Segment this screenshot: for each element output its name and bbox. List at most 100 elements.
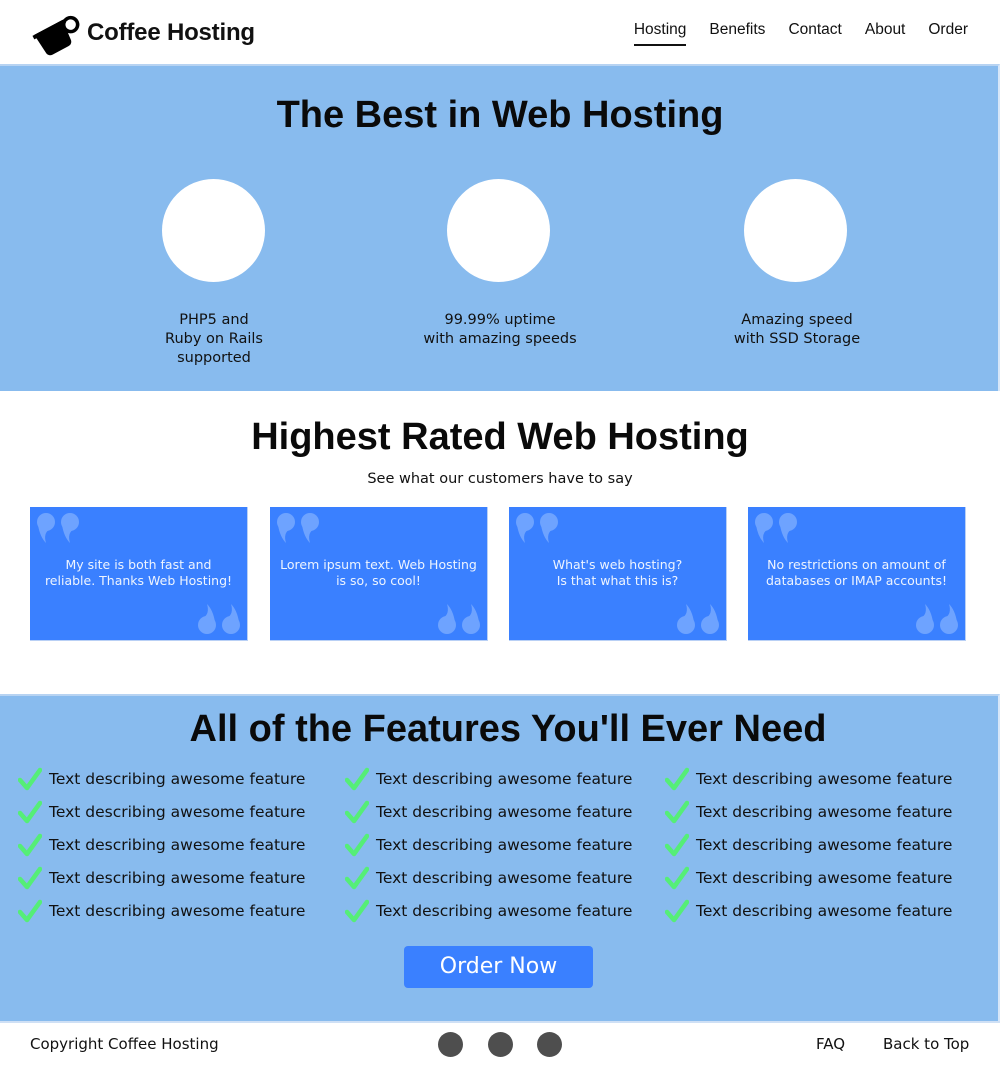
hero-image-placeholder <box>744 179 847 282</box>
social-icon[interactable] <box>438 1032 463 1057</box>
quote-open-icon <box>755 513 797 543</box>
testimonial-card: My site is both fast and reliable. Thank… <box>30 507 248 641</box>
feature-item: Text describing awesome feature <box>665 865 952 891</box>
hero-caption: 99.99% uptime with amazing speeds <box>380 311 620 349</box>
feature-text: Text describing awesome feature <box>376 869 633 887</box>
feature-item: Text describing awesome feature <box>345 832 632 858</box>
feature-text: Text describing awesome feature <box>376 770 633 788</box>
checkmark-icon <box>665 833 689 857</box>
feature-text: Text describing awesome feature <box>696 902 953 920</box>
feature-text: Text describing awesome feature <box>696 803 953 821</box>
testimonial-card: No restrictions on amount of databases o… <box>748 507 966 641</box>
testimonial-text: My site is both fast and reliable. Thank… <box>38 557 239 589</box>
faq-link[interactable]: FAQ <box>816 1035 845 1053</box>
social-icon[interactable] <box>537 1032 562 1057</box>
testimonial-text: Lorem ipsum text. Web Hosting is so, so … <box>278 557 479 589</box>
feature-text: Text describing awesome feature <box>49 902 306 920</box>
checkmark-icon <box>345 866 369 890</box>
testimonial-line: is so, so cool! <box>336 573 421 588</box>
feature-item: Text describing awesome feature <box>18 766 305 792</box>
checkmark-icon <box>665 767 689 791</box>
testimonial-line: What's web hosting? <box>552 557 683 572</box>
nav-benefits[interactable]: Benefits <box>709 21 765 43</box>
nav-about[interactable]: About <box>865 21 906 43</box>
feature-item: Text describing awesome feature <box>665 766 952 792</box>
hero-caption-line: supported <box>177 350 251 366</box>
quote-close-icon <box>677 604 719 634</box>
feature-item: Text describing awesome feature <box>665 898 952 924</box>
brand-name: Coffee Hosting <box>87 19 255 46</box>
quote-open-icon <box>37 513 79 543</box>
checkmark-icon <box>665 866 689 890</box>
feature-text: Text describing awesome feature <box>696 770 953 788</box>
hero-caption-line: 99.99% uptime <box>444 312 556 328</box>
checkmark-icon <box>345 800 369 824</box>
hero-caption-line: PHP5 and <box>179 312 249 328</box>
feature-item: Text describing awesome feature <box>665 799 952 825</box>
hero-image-placeholder <box>162 179 265 282</box>
feature-text: Text describing awesome feature <box>49 770 306 788</box>
feature-item: Text describing awesome feature <box>18 799 305 825</box>
feature-item: Text describing awesome feature <box>345 799 632 825</box>
feature-text: Text describing awesome feature <box>696 869 953 887</box>
feature-item: Text describing awesome feature <box>345 865 632 891</box>
feature-item: Text describing awesome feature <box>18 898 305 924</box>
feature-text: Text describing awesome feature <box>696 836 953 854</box>
checkmark-icon <box>345 899 369 923</box>
back-to-top-link[interactable]: Back to Top <box>883 1035 969 1053</box>
testimonial-line: My site is both fast and <box>65 557 212 572</box>
checkmark-icon <box>345 767 369 791</box>
checkmark-icon <box>18 866 42 890</box>
checkmark-icon <box>665 800 689 824</box>
features-section: All of the Features You'll Ever Need Tex… <box>0 694 1000 1021</box>
checkmark-icon <box>665 899 689 923</box>
site-footer: Copyright Coffee Hosting FAQ Back to Top <box>0 1021 1000 1074</box>
logo[interactable]: Coffee Hosting <box>30 10 255 56</box>
hero-image-placeholder <box>447 179 550 282</box>
feature-item: Text describing awesome feature <box>345 766 632 792</box>
hero-caption-line: with amazing speeds <box>423 331 577 347</box>
testimonial-line: databases or IMAP accounts! <box>765 573 948 588</box>
nav-hosting[interactable]: Hosting <box>633 21 686 46</box>
quote-open-icon <box>516 513 558 543</box>
testimonial-text: No restrictions on amount of databases o… <box>756 557 957 589</box>
hero-caption-line: Ruby on Rails <box>165 331 263 347</box>
feature-text: Text describing awesome feature <box>376 902 633 920</box>
testimonial-line: No restrictions on amount of <box>767 557 946 572</box>
main-nav: Hosting Benefits Contact About Order <box>611 21 968 46</box>
quote-close-icon <box>916 604 958 634</box>
order-now-button[interactable]: Order Now <box>404 946 593 988</box>
checkmark-icon <box>18 767 42 791</box>
nav-order[interactable]: Order <box>928 21 968 43</box>
testimonial-line: Is that what this is? <box>556 573 679 588</box>
social-icon[interactable] <box>488 1032 513 1057</box>
hero-title: The Best in Web Hosting <box>276 94 724 136</box>
checkmark-icon <box>18 800 42 824</box>
checkmark-icon <box>18 833 42 857</box>
coffee-mug-icon <box>32 15 80 56</box>
hero-caption: PHP5 and Ruby on Rails supported <box>94 311 334 368</box>
hero-section: The Best in Web Hosting PHP5 and Ruby on… <box>0 64 1000 391</box>
hero-caption-line: with SSD Storage <box>733 331 861 347</box>
feature-text: Text describing awesome feature <box>376 836 633 854</box>
hero-caption-line: Amazing speed <box>741 312 853 328</box>
testimonial-text: What's web hosting? Is that what this is… <box>517 557 718 589</box>
feature-item: Text describing awesome feature <box>665 832 952 858</box>
testimonials-subtitle: See what our customers have to say <box>367 471 633 487</box>
testimonials-title: Highest Rated Web Hosting <box>251 416 749 458</box>
feature-text: Text describing awesome feature <box>49 803 306 821</box>
feature-item: Text describing awesome feature <box>345 898 632 924</box>
quote-close-icon <box>438 604 480 634</box>
feature-item: Text describing awesome feature <box>18 865 305 891</box>
feature-text: Text describing awesome feature <box>49 869 306 887</box>
feature-item: Text describing awesome feature <box>18 832 305 858</box>
testimonial-line: reliable. Thanks Web Hosting! <box>44 573 233 588</box>
feature-text: Text describing awesome feature <box>376 803 633 821</box>
testimonial-card: Lorem ipsum text. Web Hosting is so, so … <box>270 507 488 641</box>
testimonial-card: What's web hosting? Is that what this is… <box>509 507 727 641</box>
feature-text: Text describing awesome feature <box>49 836 306 854</box>
testimonial-line: Lorem ipsum text. Web Hosting <box>280 557 477 572</box>
copyright-text: Copyright Coffee Hosting <box>30 1035 219 1053</box>
nav-contact[interactable]: Contact <box>788 21 841 43</box>
quote-close-icon <box>198 604 240 634</box>
